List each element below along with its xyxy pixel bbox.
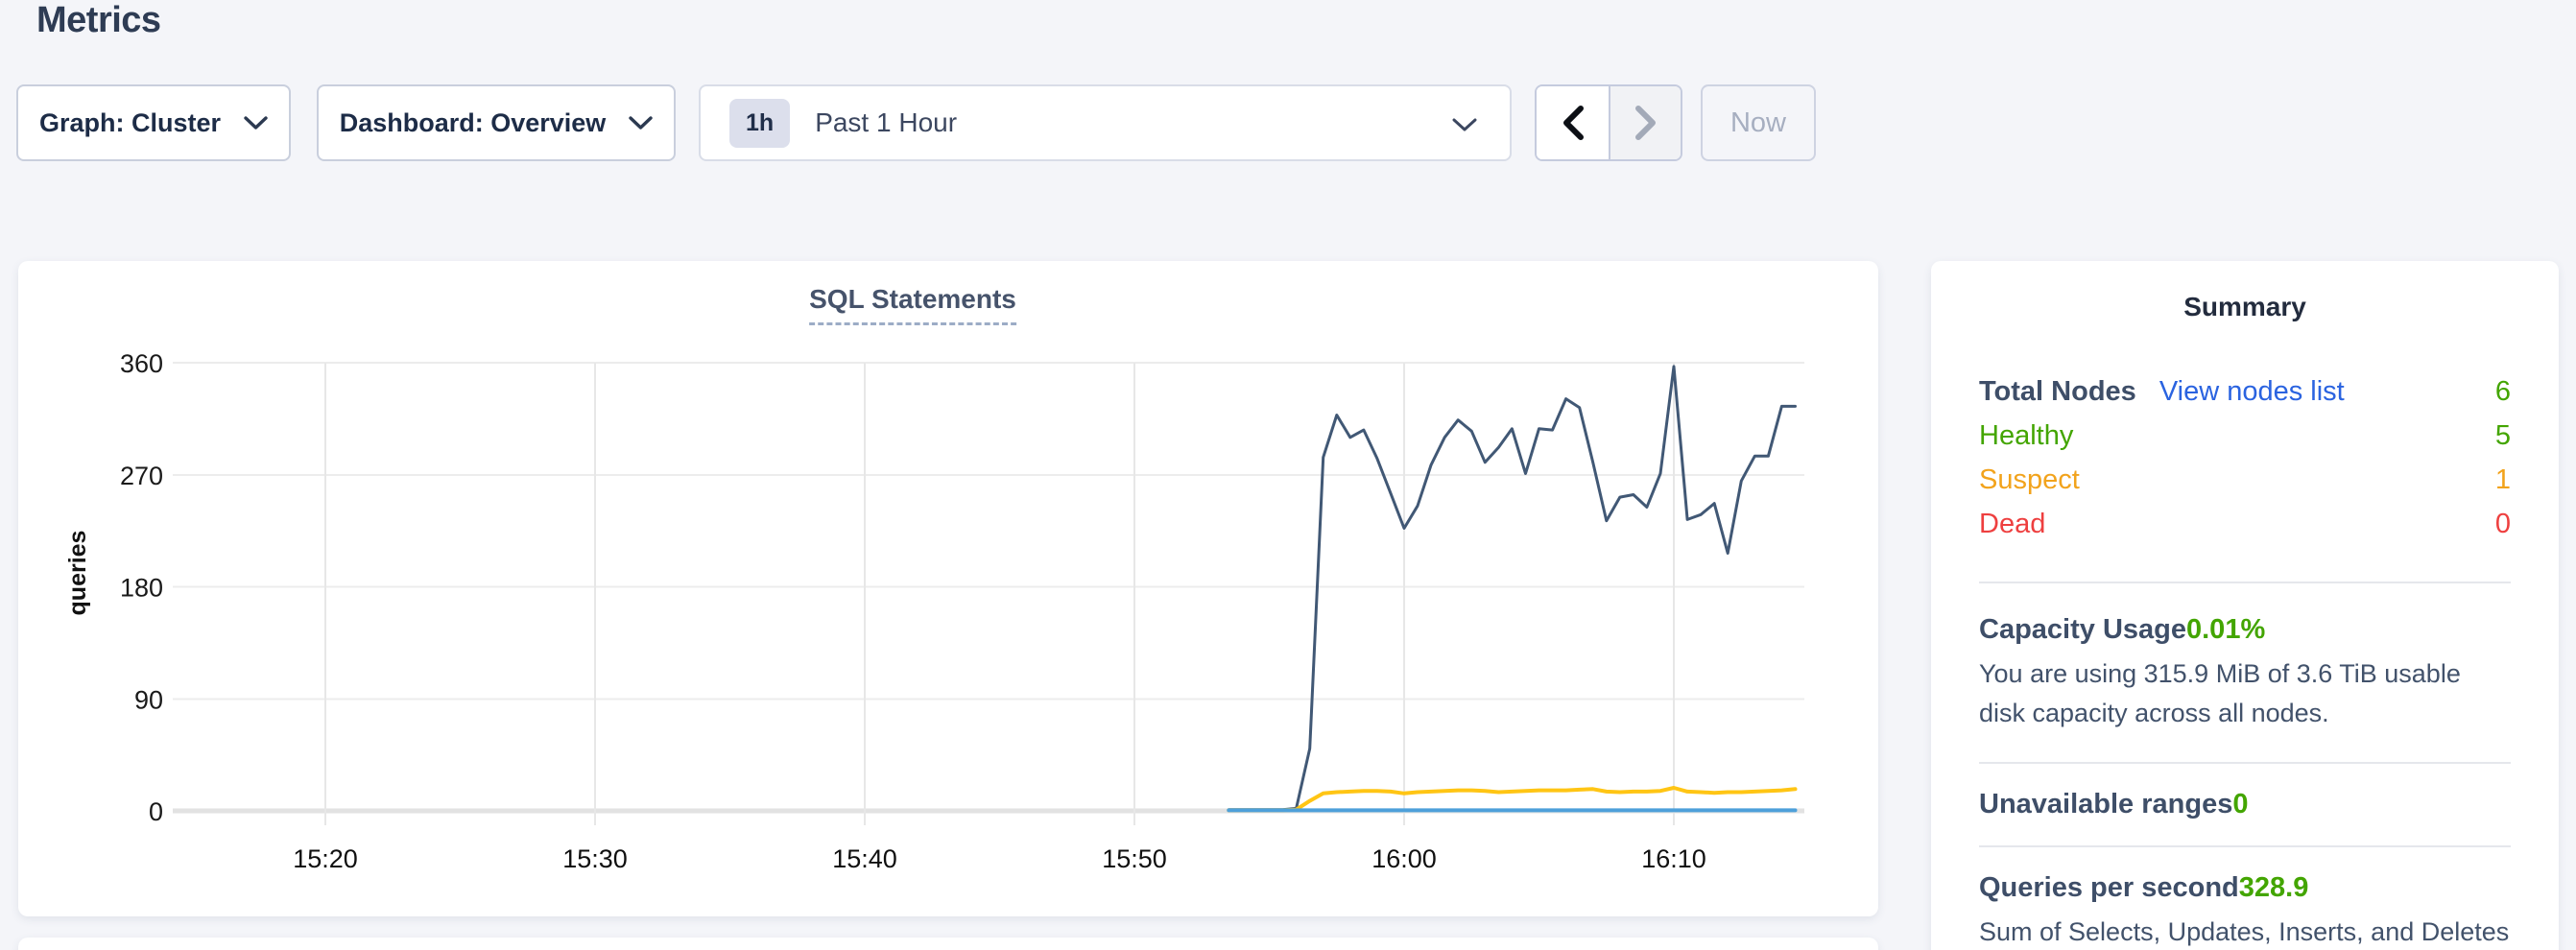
unavailable-ranges-row: Unavailable ranges 0 [1979,789,2511,820]
svg-text:16:10: 16:10 [1641,844,1706,873]
svg-text:15:30: 15:30 [562,844,628,873]
total-nodes-value: 6 [2495,376,2511,408]
svg-text:270: 270 [120,462,163,490]
dashboard-dropdown[interactable]: Dashboard: Overview [317,84,676,161]
now-button[interactable]: Now [1701,84,1816,161]
svg-text:180: 180 [120,574,163,603]
capacity-usage-description: You are using 315.9 MiB of 3.6 TiB usabl… [1979,654,2511,733]
queries-per-second-row: Queries per second 328.9 [1979,872,2511,904]
divider [1979,762,2511,764]
capacity-usage-row: Capacity Usage 0.01% [1979,614,2511,646]
y-axis-label: queries [64,531,91,616]
next-chart-card-edge [18,938,1878,950]
queries-per-second-description: Sum of Selects, Updates, Inserts, and De… [1979,913,2511,950]
dead-label: Dead [1979,509,2045,540]
sql-statements-chart-card: SQL Statements 09018027036015:2015:3015:… [18,261,1878,916]
suspect-value: 1 [2495,464,2511,496]
y-tick-labels: 0 90 180 270 360 [120,349,163,826]
graph-dropdown-label: Graph: Cluster [39,108,221,138]
time-pager [1535,84,1682,161]
dead-value: 0 [2495,509,2511,540]
series-yellow-line [1228,788,1795,810]
svg-text:16:00: 16:00 [1371,844,1437,873]
series-navy-line [1228,367,1795,810]
svg-text:15:40: 15:40 [832,844,897,873]
unavailable-ranges-label: Unavailable ranges [1979,789,2232,820]
time-range-label: Past 1 Hour [815,107,957,138]
suspect-label: Suspect [1979,464,2080,496]
nodes-summary: Total Nodes View nodes list 6 Healthy 5 … [1979,376,2511,553]
divider [1979,582,2511,583]
chevron-down-icon [629,116,653,131]
page-title: Metrics [36,0,161,41]
suspect-nodes-row: Suspect 1 [1979,464,2511,509]
svg-text:15:20: 15:20 [293,844,358,873]
healthy-nodes-row: Healthy 5 [1979,420,2511,464]
summary-panel: Summary Total Nodes View nodes list 6 He… [1931,261,2559,950]
view-nodes-list-link[interactable]: View nodes list [2159,376,2345,408]
total-nodes-row: Total Nodes View nodes list 6 [1979,376,2511,420]
dead-nodes-row: Dead 0 [1979,509,2511,553]
capacity-usage-value: 0.01% [2186,614,2265,646]
chevron-down-icon [244,116,268,131]
svg-text:90: 90 [134,685,163,714]
unavailable-ranges-value: 0 [2232,789,2248,820]
svg-text:0: 0 [149,797,163,826]
next-time-button[interactable] [1609,86,1681,159]
time-range-selector[interactable]: 1h Past 1 Hour [699,84,1512,161]
queries-per-second-value: 328.9 [2239,872,2309,904]
queries-per-second-label: Queries per second [1979,872,2239,904]
healthy-value: 5 [2495,420,2511,452]
healthy-label: Healthy [1979,420,2073,452]
chevron-down-icon [1452,118,1477,132]
total-nodes-label: Total Nodes [1979,376,2136,408]
capacity-usage-label: Capacity Usage [1979,614,2186,646]
sql-statements-chart: 0 90 180 270 360 15:20 15:30 15:40 15:50 16:00 16:… [18,261,1878,916]
x-tick-labels: 15:20 15:30 15:40 15:50 16:00 16:10 [293,844,1706,873]
dashboard-dropdown-label: Dashboard: Overview [340,108,607,138]
y-gridlines [173,363,1804,811]
svg-text:15:50: 15:50 [1102,844,1167,873]
chevron-right-icon [1634,105,1658,141]
graph-dropdown[interactable]: Graph: Cluster [16,84,291,161]
time-range-badge: 1h [729,99,790,148]
divider [1979,845,2511,847]
chevron-left-icon [1561,105,1586,141]
summary-title: Summary [1979,261,2511,322]
prev-time-button[interactable] [1537,86,1609,159]
svg-text:360: 360 [120,349,163,378]
